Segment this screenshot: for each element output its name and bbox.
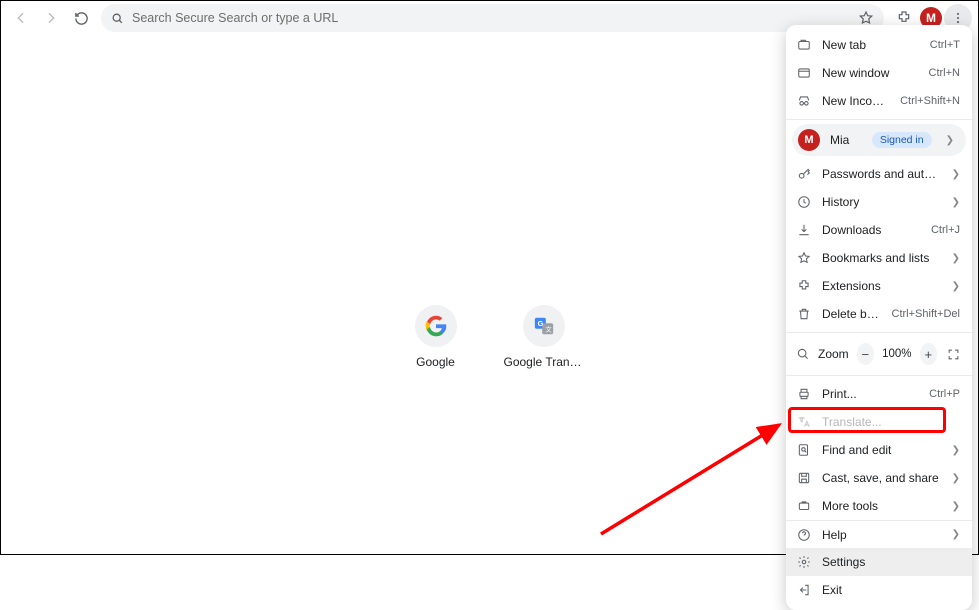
chevron-right-icon: ❯ [952,197,960,208]
exit-icon [796,583,812,597]
svg-text:G: G [537,319,543,328]
save-icon [796,471,812,485]
menu-label: Passwords and autofill [822,167,942,181]
translate-icon [796,415,812,429]
chevron-right-icon: ❯ [952,529,960,540]
zoom-out-button[interactable]: − [857,343,874,365]
menu-downloads[interactable]: Downloads Ctrl+J [786,216,972,244]
menu-settings[interactable]: Settings [786,548,972,576]
help-icon [796,528,812,542]
tools-icon [796,499,812,513]
chevron-right-icon: ❯ [946,135,954,146]
key-icon [796,167,812,181]
chevron-right-icon: ❯ [952,281,960,292]
bookmark-star-icon[interactable] [858,10,874,26]
menu-cast-save-share[interactable]: Cast, save, and share ❯ [786,464,972,492]
puzzle-icon [796,279,812,293]
zoom-value: 100% [882,348,912,360]
chevron-right-icon: ❯ [952,445,960,456]
chevron-right-icon: ❯ [952,253,960,264]
window-icon [796,66,812,80]
menu-new-tab[interactable]: New tab Ctrl+T [786,31,972,59]
star-icon [796,251,812,265]
menu-history[interactable]: History ❯ [786,188,972,216]
zoom-label: Zoom [818,347,849,361]
menu-label: Extensions [822,279,942,293]
menu-label: Downloads [822,223,921,237]
forward-button[interactable] [37,4,65,32]
menu-label: Translate... [822,415,960,429]
menu-print[interactable]: Print... Ctrl+P [786,380,972,408]
search-icon [111,12,124,25]
tab-icon [796,38,812,52]
menu-label: New Incognito window [822,94,890,108]
menu-bookmarks[interactable]: Bookmarks and lists ❯ [786,244,972,272]
address-bar[interactable]: Search Secure Search or type a URL [101,4,884,32]
shortcuts-row: Google G文 Google Transl... [396,305,584,369]
shortcut-google-translate[interactable]: G文 Google Transl... [504,305,584,369]
address-placeholder: Search Secure Search or type a URL [132,11,338,25]
shortcut-text: Ctrl+N [929,67,960,79]
menu-help[interactable]: Help ❯ [786,520,972,548]
menu-passwords[interactable]: Passwords and autofill ❯ [786,160,972,188]
menu-label: More tools [822,499,942,513]
shortcut-label: Google Transl... [504,355,584,369]
profile-avatar-icon: M [798,129,820,151]
menu-label: Bookmarks and lists [822,251,942,265]
chrome-menu: New tab Ctrl+T New window Ctrl+N New Inc… [786,25,972,610]
menu-new-window[interactable]: New window Ctrl+N [786,59,972,87]
menu-label: New window [822,66,919,80]
svg-text:文: 文 [545,325,552,334]
download-icon [796,223,812,237]
reload-button[interactable] [67,4,95,32]
gear-icon [796,555,812,569]
chevron-right-icon: ❯ [952,473,960,484]
menu-more-tools[interactable]: More tools ❯ [786,492,972,520]
menu-label: Exit [822,583,960,597]
print-icon [796,387,812,401]
shortcut-google[interactable]: Google [396,305,476,369]
shortcut-text: Ctrl+Shift+Del [892,308,960,320]
menu-zoom: Zoom − 100% + [786,337,972,371]
menu-profile[interactable]: M Mia Signed in ❯ [792,124,966,156]
avatar-initial: M [926,11,936,25]
menu-label: Settings [822,555,960,569]
shortcut-text: Ctrl+Shift+N [900,95,960,107]
back-button[interactable] [7,4,35,32]
zoom-in-button[interactable]: + [920,343,937,365]
menu-translate: Translate... [786,408,972,436]
menu-label: New tab [822,38,920,52]
menu-delete-browsing-data[interactable]: Delete browsing data... Ctrl+Shift+Del [786,300,972,328]
find-icon [796,443,812,457]
shortcut-text: Ctrl+J [931,224,960,236]
menu-new-incognito[interactable]: New Incognito window Ctrl+Shift+N [786,87,972,115]
profile-name: Mia [830,133,862,147]
shortcut-label: Google [416,355,455,369]
shortcut-text: Ctrl+P [929,388,960,400]
menu-label: Print... [822,387,919,401]
menu-label: Cast, save, and share [822,471,942,485]
signed-in-badge: Signed in [872,132,932,148]
menu-find-edit[interactable]: Find and edit ❯ [786,436,972,464]
menu-label: History [822,195,942,209]
history-icon [796,195,812,209]
incognito-icon [796,94,812,108]
google-icon [415,305,457,347]
menu-label: Help [822,528,942,542]
shortcut-text: Ctrl+T [930,39,960,51]
menu-label: Find and edit [822,443,942,457]
menu-extensions[interactable]: Extensions ❯ [786,272,972,300]
chevron-right-icon: ❯ [952,501,960,512]
fullscreen-icon[interactable] [945,343,962,365]
menu-exit[interactable]: Exit [786,576,972,604]
menu-label: Delete browsing data... [822,307,882,321]
trash-icon [796,307,812,321]
chevron-right-icon: ❯ [952,169,960,180]
zoom-icon [796,347,810,361]
translate-icon: G文 [523,305,565,347]
